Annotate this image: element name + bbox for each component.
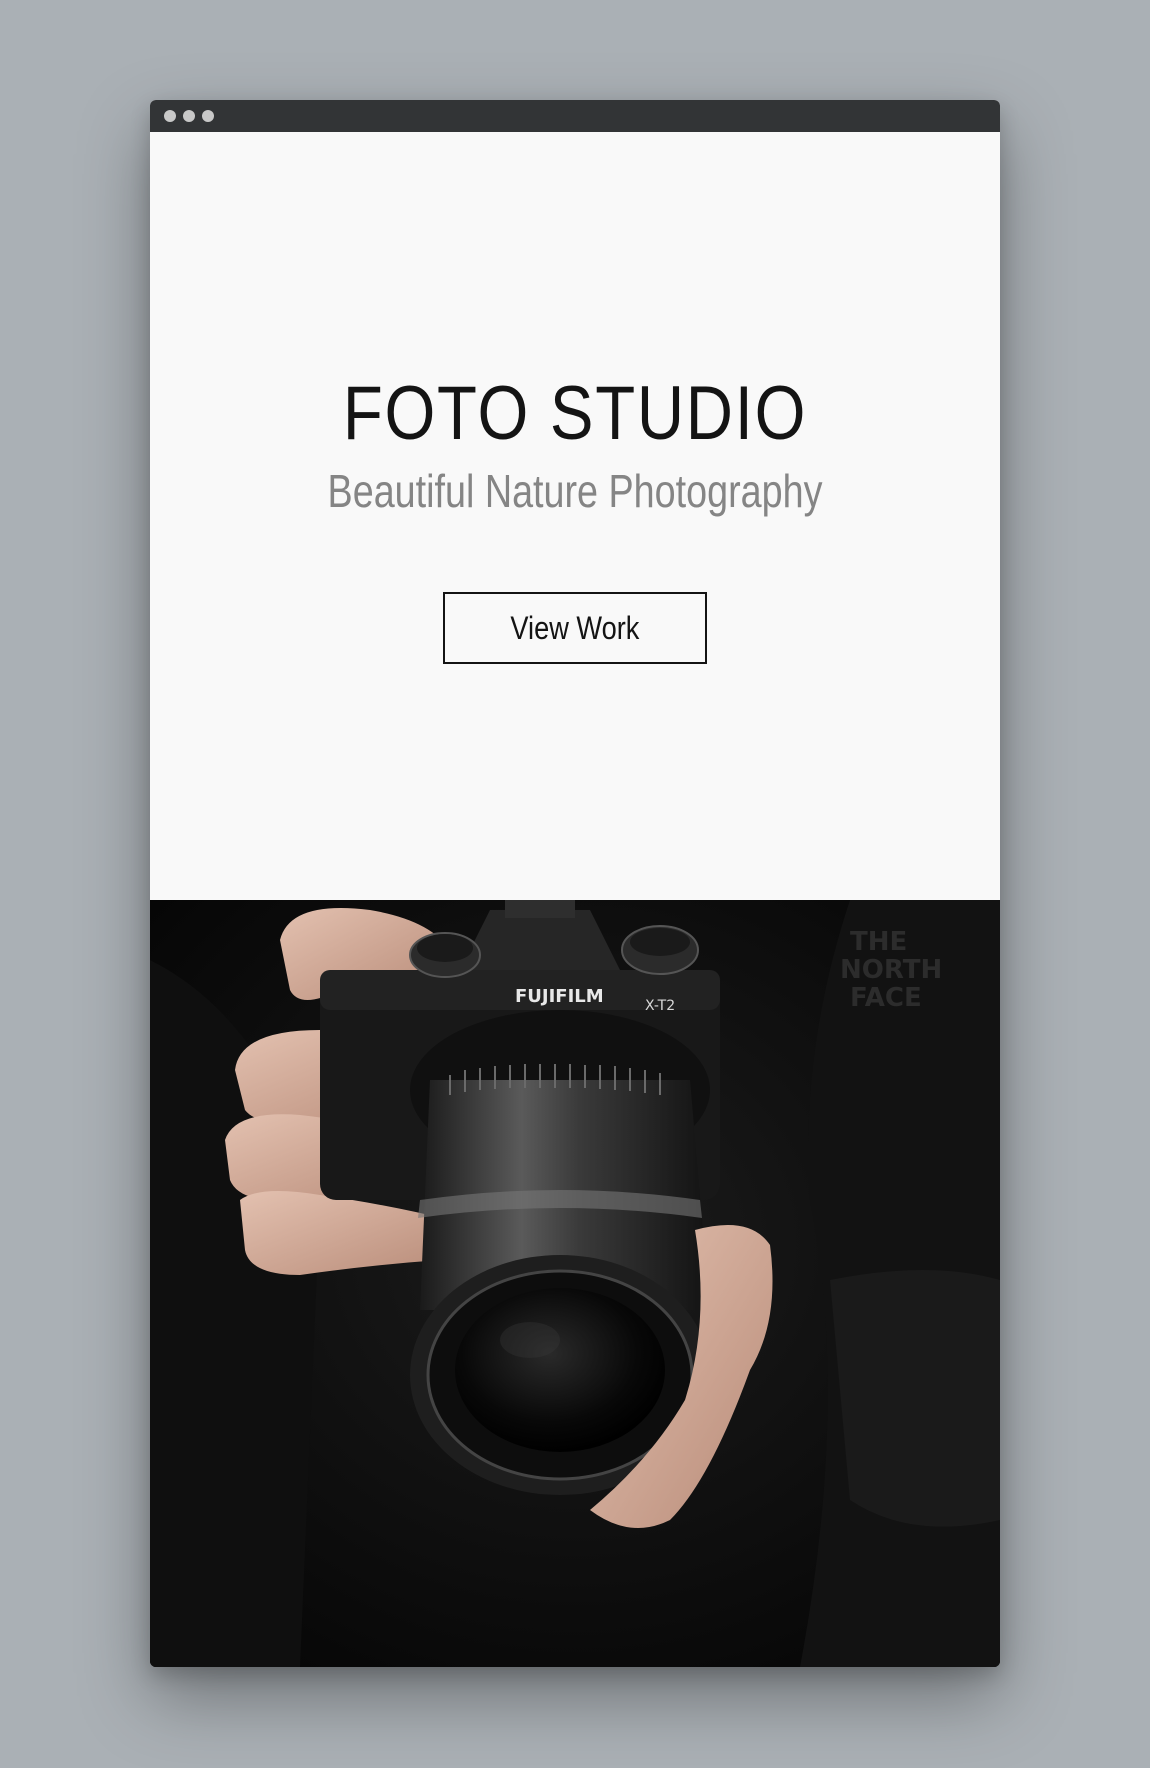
view-work-button[interactable]: View Work xyxy=(443,592,707,664)
camera-brand-text: FUJIFILM xyxy=(515,986,604,1007)
window-titlebar xyxy=(150,100,1000,132)
window-minimize-dot[interactable] xyxy=(183,110,195,122)
hero-subtitle: Beautiful Nature Photography xyxy=(327,465,823,517)
window-close-dot[interactable] xyxy=(164,110,176,122)
camera-illustration: THE NORTH FACE FUJIFILM X-T2 xyxy=(150,900,1000,1667)
camera-model-text: X-T2 xyxy=(645,998,675,1014)
svg-text:THE: THE xyxy=(850,927,907,957)
hero-title: FOTO STUDIO xyxy=(342,371,808,456)
window-maximize-dot[interactable] xyxy=(202,110,214,122)
svg-text:NORTH: NORTH xyxy=(840,955,942,985)
svg-text:FACE: FACE xyxy=(850,983,922,1013)
hero-section: FOTO STUDIO Beautiful Nature Photography… xyxy=(150,132,1000,900)
browser-window: FOTO STUDIO Beautiful Nature Photography… xyxy=(150,100,1000,1667)
camera-photo: THE NORTH FACE FUJIFILM X-T2 xyxy=(150,900,1000,1667)
view-work-button-label: View Work xyxy=(510,609,640,646)
